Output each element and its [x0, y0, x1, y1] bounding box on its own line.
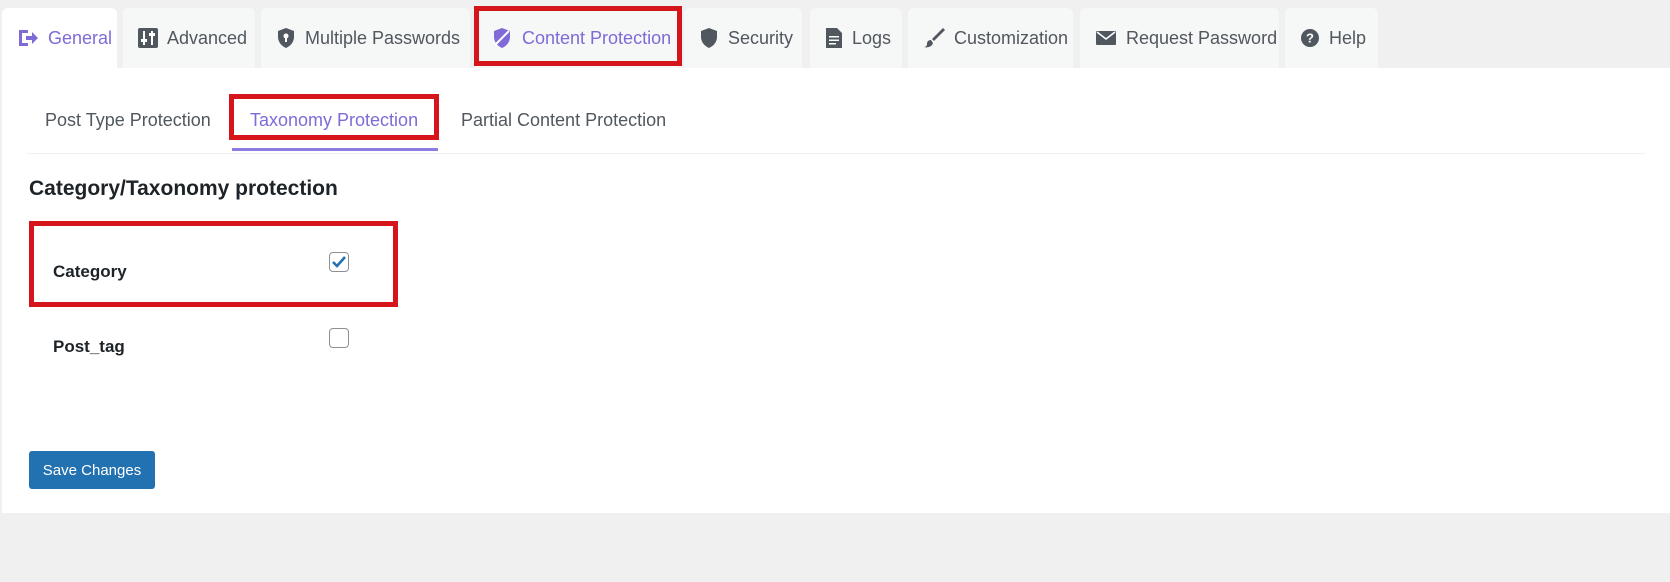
checkmark-icon	[332, 256, 346, 268]
settings-panel	[2, 68, 1670, 513]
tab-content-protection[interactable]: Content Protection	[476, 8, 678, 68]
shield-icon	[701, 28, 717, 48]
tab-logs[interactable]: Logs	[810, 8, 902, 68]
taxonomy-label-post-tag: Post_tag	[53, 337, 125, 356]
tab-request-password-label: Request Password	[1126, 27, 1278, 48]
tab-logs-label: Logs	[852, 27, 892, 48]
brush-icon	[924, 28, 945, 48]
sliders-icon	[138, 28, 158, 48]
tab-security[interactable]: Security	[684, 8, 802, 68]
tab-security-label: Security	[728, 27, 794, 48]
subtab-partial-content-protection[interactable]: Partial Content Protection	[461, 110, 666, 131]
tab-customization-label: Customization	[954, 27, 1069, 48]
tab-help[interactable]: ? Help	[1285, 8, 1378, 68]
tab-general-label: General	[48, 27, 113, 48]
section-title: Category/Taxonomy protection	[29, 177, 338, 200]
subtab-taxonomy-protection[interactable]: Taxonomy Protection	[250, 110, 418, 131]
svg-text:?: ?	[1306, 31, 1314, 46]
shield-icon	[278, 28, 294, 48]
settings-tab-bar: General Advanced Multiple Passwords Cont…	[0, 0, 1670, 68]
tab-multiple-passwords[interactable]: Multiple Passwords	[261, 8, 470, 68]
login-icon	[19, 30, 38, 46]
category-checkbox[interactable]	[329, 252, 349, 272]
tab-multiple-passwords-label: Multiple Passwords	[305, 27, 461, 48]
active-subtab-indicator	[232, 148, 438, 151]
tab-general[interactable]: General	[2, 8, 117, 68]
tab-content-protection-label: Content Protection	[522, 27, 672, 48]
email-icon	[1096, 31, 1116, 45]
tab-advanced[interactable]: Advanced	[123, 8, 255, 68]
hidden-shield-icon	[494, 28, 510, 48]
subtab-post-type-protection[interactable]: Post Type Protection	[45, 110, 211, 131]
document-icon	[826, 28, 842, 48]
subtab-divider	[27, 153, 1645, 154]
post-tag-checkbox[interactable]	[329, 328, 349, 348]
tab-customization[interactable]: Customization	[908, 8, 1073, 68]
help-icon: ?	[1301, 29, 1319, 47]
tab-help-label: Help	[1329, 27, 1367, 48]
tab-advanced-label: Advanced	[167, 27, 248, 48]
save-changes-button[interactable]: Save Changes	[29, 451, 155, 489]
taxonomy-label-category: Category	[53, 262, 127, 281]
tab-request-password[interactable]: Request Password	[1080, 8, 1279, 68]
